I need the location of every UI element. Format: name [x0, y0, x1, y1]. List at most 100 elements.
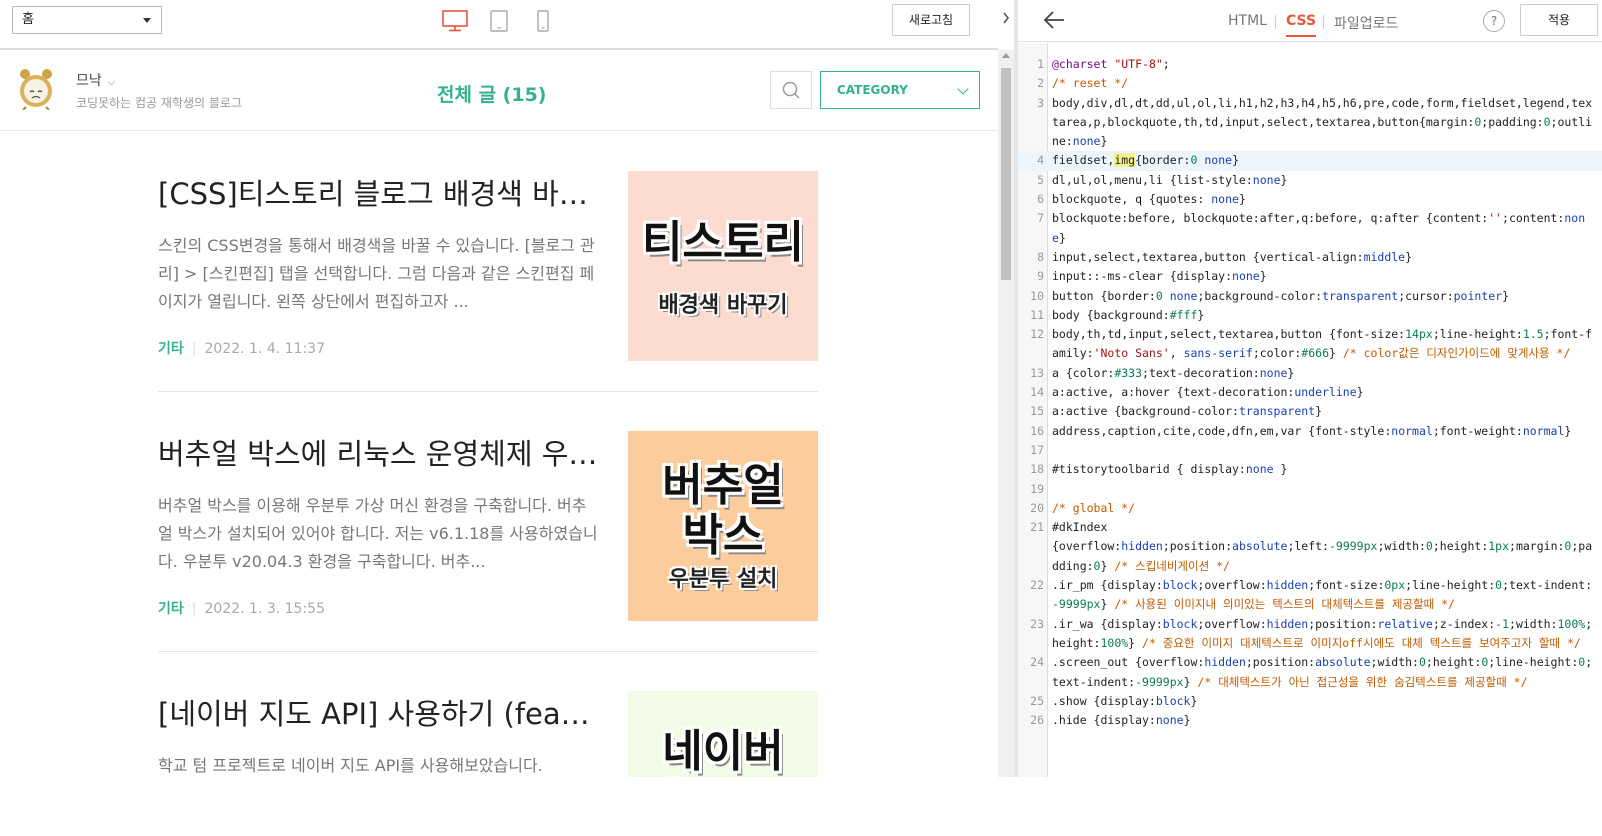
tab-file-upload[interactable]: 파일업로드 — [1334, 13, 1398, 33]
code-text: a:active {background-color:transparent} — [1052, 404, 1323, 419]
scrollbar-thumb[interactable] — [1001, 68, 1011, 280]
line-number: 12 — [1030, 327, 1044, 342]
code-line[interactable]: 20 /* global */ — [1018, 499, 1602, 518]
line-number: 15 — [1030, 404, 1044, 419]
post-title[interactable]: 버추얼 박스에 리눅스 운영체제 우분투 설치하기 — [158, 431, 598, 473]
line-number: 9 — [1037, 269, 1044, 284]
all-posts-heading: 전체 글 (15) — [437, 84, 547, 106]
preview-toolbar: 홈 새로고침 — [0, 0, 998, 50]
blog-description: 코딩못하는 컴공 재학생의 블로그 — [76, 96, 243, 110]
mobile-icon[interactable] — [537, 10, 549, 32]
search-button[interactable] — [770, 71, 812, 109]
code-line[interactable]: 26 .hide {display:none} — [1018, 711, 1602, 730]
apply-button[interactable]: 적용 — [1520, 4, 1598, 36]
code-line[interactable]: 12 body,th,td,input,select,textarea,butto… — [1018, 325, 1602, 364]
css-code-editor[interactable]: 1 @charset "UTF-8"; 2 /* reset */ 3 body,div,… — [1018, 55, 1602, 730]
post-item[interactable]: 버추얼 박스에 리눅스 운영체제 우분투 설치하기 버추얼 박스를 이용해 우분… — [158, 431, 818, 653]
meta-separator: | — [191, 601, 197, 617]
code-text: #tistorytoolbarid { display:none } — [1052, 462, 1288, 477]
code-line[interactable]: 3 body,div,dl,dt,dd,ul,ol,li,h1,h2,h3,h4,… — [1018, 94, 1602, 152]
page-select[interactable]: 홈 — [12, 6, 162, 34]
code-text: {overflow:hidden;position:absolute;left:… — [1052, 539, 1593, 573]
code-line[interactable]: 23 .ir_wa {display:block;overflow:hidden;… — [1018, 615, 1602, 654]
code-text: input,select,textarea,button {vertical-a… — [1052, 249, 1413, 264]
code-line[interactable]: {overflow:hidden;position:absolute;left:… — [1018, 537, 1602, 576]
category-button[interactable]: CATEGORY — [820, 71, 980, 109]
post-meta: 기타 | 2022. 1. 3. 15:55 — [158, 598, 325, 618]
code-line[interactable]: 2 /* reset */ — [1018, 74, 1602, 93]
line-number: 22 — [1030, 578, 1044, 593]
chevron-down-icon: ⌵ — [107, 77, 116, 88]
post-divider — [158, 651, 818, 652]
line-number: 5 — [1037, 172, 1044, 187]
post-thumbnail[interactable]: 버추얼 박스 우분투 설치 — [628, 431, 818, 621]
post-item[interactable]: [네이버 지도 API] 사용하기 (feat. 학교 텀 프로젝트) 학교 텀… — [158, 691, 818, 777]
code-line[interactable]: 18 #tistorytoolbarid { display:none } — [1018, 460, 1602, 479]
editor-pane: HTML CSS 파일업로드 ? 적용 1 @charset "UTF-8"; 2 /… — [1018, 0, 1602, 777]
blog-name-text: 므낙 — [76, 73, 102, 89]
line-number: 8 — [1037, 249, 1044, 264]
line-number: 7 — [1037, 211, 1044, 226]
post-item[interactable]: [CSS]티스토리 블로그 배경색 바꾸기 스킨의 CSS변경을 통해서 배경색… — [158, 171, 818, 393]
post-date: 2022. 1. 3. 15:55 — [204, 601, 325, 617]
thumbnail-subtitle: 배경색 바꾸기 — [658, 293, 788, 318]
line-number: 4 — [1037, 153, 1044, 168]
thumbnail-title: 티스토리 — [642, 217, 804, 268]
code-line[interactable]: 13 a {color:#333;text-decoration:none} — [1018, 364, 1602, 383]
tablet-icon[interactable] — [490, 10, 508, 32]
code-text: dl,ul,ol,menu,li {list-style:none} — [1052, 172, 1288, 187]
tab-separator — [1275, 15, 1276, 29]
line-number: 13 — [1030, 365, 1044, 380]
tab-css[interactable]: CSS — [1286, 13, 1317, 37]
code-text: /* reset */ — [1052, 76, 1129, 91]
code-line[interactable]: 4 fieldset,img{border:0 none} — [1018, 151, 1602, 171]
code-line[interactable]: 1 @charset "UTF-8"; — [1018, 55, 1602, 74]
code-line[interactable]: 17​ — [1018, 441, 1602, 460]
line-number: 23 — [1030, 616, 1044, 631]
code-line[interactable]: 7 blockquote:before, blockquote:after,q:b… — [1018, 209, 1602, 248]
post-date: 2022. 1. 4. 11:37 — [204, 341, 325, 357]
back-arrow-icon[interactable] — [1042, 9, 1066, 31]
alarm-clock-avatar — [20, 69, 52, 110]
code-text: body,th,td,input,select,textarea,button … — [1052, 327, 1593, 361]
post-divider — [158, 391, 818, 392]
code-text: body {background:#fff} — [1052, 307, 1205, 322]
post-title[interactable]: [CSS]티스토리 블로그 배경색 바꾸기 — [158, 171, 598, 213]
help-button[interactable]: ? — [1483, 10, 1505, 32]
code-line[interactable]: 9 input::-ms-clear {display:none} — [1018, 267, 1602, 286]
line-number: 20 — [1030, 500, 1044, 515]
code-line[interactable]: 15 a:active {background-color:transparent… — [1018, 402, 1602, 421]
code-line[interactable]: 14 a:active, a:hover {text-decoration:und… — [1018, 383, 1602, 402]
post-category[interactable]: 기타 — [158, 601, 184, 617]
code-line[interactable]: 8 input,select,textarea,button {vertical-… — [1018, 248, 1602, 267]
desktop-icon[interactable] — [442, 10, 468, 32]
collapse-pane-button[interactable] — [998, 10, 1014, 30]
post-thumbnail[interactable]: 티스토리 배경색 바꾸기 — [628, 171, 818, 361]
code-line[interactable]: 25 .show {display:block} — [1018, 692, 1602, 711]
code-line[interactable]: 21 #dkIndex — [1018, 518, 1602, 537]
thumbnail-title: 버추얼 박스 — [662, 460, 784, 561]
code-line[interactable]: 6 blockquote, q {quotes: none} — [1018, 190, 1602, 209]
scroll-up-icon[interactable] — [1002, 53, 1010, 58]
code-line[interactable]: 5 dl,ul,ol,menu,li {list-style:none} — [1018, 171, 1602, 190]
code-text: a:active, a:hover {text-decoration:under… — [1052, 385, 1364, 400]
code-line[interactable]: 19​ — [1018, 480, 1602, 499]
post-thumbnail[interactable]: 네이버 지도API — [628, 691, 818, 777]
code-line[interactable]: 11 body {background:#fff} — [1018, 306, 1602, 325]
caret-down-icon — [143, 18, 151, 23]
code-text: .ir_wa {display:block;overflow:hidden;po… — [1052, 616, 1593, 650]
refresh-button[interactable]: 새로고침 — [892, 4, 970, 36]
tab-html[interactable]: HTML — [1228, 13, 1267, 29]
code-text: .screen_out {overflow:hidden;position:ab… — [1052, 655, 1593, 689]
code-line[interactable]: 10 button {border:0 none;background-color… — [1018, 287, 1602, 306]
code-line[interactable]: 16 address,caption,cite,code,dfn,em,var {… — [1018, 422, 1602, 441]
code-line[interactable]: 24 .screen_out {overflow:hidden;position:… — [1018, 653, 1602, 692]
post-category[interactable]: 기타 — [158, 341, 184, 357]
code-line[interactable]: 22 .ir_pm {display:block;overflow:hidden;… — [1018, 576, 1602, 615]
blog-name[interactable]: 므낙 ⌵ — [76, 70, 115, 90]
post-title[interactable]: [네이버 지도 API] 사용하기 (feat. 학교 텀 프로젝트) — [158, 691, 598, 733]
post-excerpt: 버추얼 박스를 이용해 우분투 가상 머신 환경을 구축합니다. 버추얼 박스가… — [158, 496, 598, 571]
code-text: input::-ms-clear {display:none} — [1052, 269, 1267, 284]
meta-separator: | — [191, 341, 197, 357]
post-meta: 기타 | 2022. 1. 4. 11:37 — [158, 338, 325, 358]
